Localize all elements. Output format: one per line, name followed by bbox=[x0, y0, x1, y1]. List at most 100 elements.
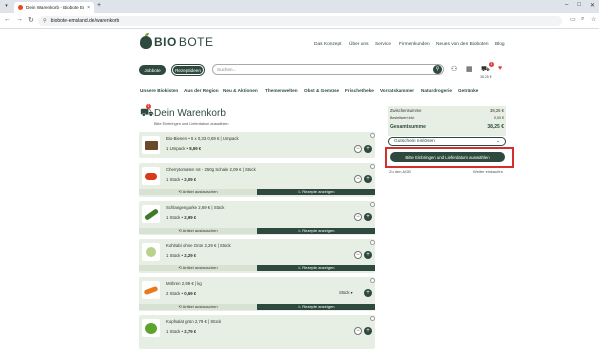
cat-themenwelten[interactable]: Themenwelten bbox=[265, 88, 298, 93]
minimize-icon[interactable]: – bbox=[565, 2, 568, 9]
search-input[interactable]: Suchen... ⚲ bbox=[212, 64, 444, 75]
cart-item: Möhren 2,99 € | kg 2 Stück • 0,69 € Stüc… bbox=[139, 277, 375, 311]
select-delivery-button[interactable]: Bitte Einbringen und Lieferdatum auswähl… bbox=[390, 152, 505, 162]
show-recipes-button[interactable]: ♨ Rezepte anzeigen bbox=[257, 228, 375, 234]
page-title: Dein Warenkorb bbox=[154, 108, 226, 119]
product-image[interactable] bbox=[142, 319, 160, 337]
decrease-quantity-button[interactable]: − bbox=[354, 213, 362, 221]
reload-icon[interactable]: ↻ bbox=[28, 16, 34, 24]
url-field[interactable]: ⚲ biobote-emsland.de/warenkorb bbox=[38, 16, 562, 26]
nav-service[interactable]: Service bbox=[375, 42, 391, 47]
site-logo[interactable]: BIO BOTE bbox=[140, 32, 214, 49]
cart-item: Bio-Bienen • 6 x 0,33 0,69 € | Umpack 1 … bbox=[139, 132, 375, 158]
close-window-icon[interactable]: ✕ bbox=[590, 2, 595, 9]
new-tab-button[interactable]: + bbox=[97, 2, 101, 9]
cast-icon[interactable]: ▭ bbox=[570, 16, 576, 23]
exchange-article-button[interactable]: ⟲ Artikel austauschen bbox=[139, 265, 257, 271]
close-tab-icon[interactable]: × bbox=[87, 5, 90, 11]
star-icon[interactable]: ☆ bbox=[591, 16, 596, 23]
nav-blog[interactable]: Blog bbox=[495, 42, 505, 47]
product-qty: 1 Umpack • 8,69 € bbox=[166, 146, 202, 151]
increase-quantity-button[interactable]: + bbox=[364, 327, 372, 335]
rezeptideen-button[interactable]: Rezeptideen bbox=[172, 65, 204, 75]
search-icon[interactable]: ⚲ bbox=[433, 65, 442, 74]
select-ring-icon[interactable] bbox=[370, 202, 375, 207]
favicon-icon bbox=[18, 5, 23, 10]
nav-das-konzept[interactable]: Das Konzept bbox=[314, 42, 341, 47]
logo-text-bio: BIO bbox=[154, 35, 177, 49]
show-recipes-button[interactable]: ♨ Rezepte anzeigen bbox=[257, 189, 375, 195]
product-image[interactable] bbox=[142, 136, 160, 154]
select-ring-icon[interactable] bbox=[370, 133, 375, 138]
site-info-icon[interactable]: ⚲ bbox=[43, 18, 47, 24]
cart-item: Cherrytomaten rot - 250g Schale 2,09 € |… bbox=[139, 163, 375, 197]
nav-firmenkunden[interactable]: Firmenkunden bbox=[399, 42, 430, 47]
decrease-quantity-button[interactable]: − bbox=[354, 251, 362, 259]
agb-link[interactable]: Zu den AGB bbox=[389, 169, 411, 174]
kohlrabi-image bbox=[146, 247, 156, 257]
decrease-quantity-button[interactable]: − bbox=[354, 145, 362, 153]
browser-tab[interactable]: Dein Warenkorb - Biobote Ems × bbox=[14, 2, 94, 13]
cart-heading-icon: ⛟ bbox=[140, 107, 154, 119]
cat-neu-aktionen[interactable]: Neu & Aktionen bbox=[223, 88, 258, 93]
cat-getraenke[interactable]: Getränke bbox=[458, 88, 478, 93]
voucher-dropdown[interactable]: Gutschein einlösen ⌄ bbox=[388, 137, 506, 146]
select-ring-icon[interactable] bbox=[370, 240, 375, 245]
product-name[interactable]: Schlangengurke 2,69 € | Stück bbox=[166, 205, 224, 210]
increase-quantity-button[interactable]: + bbox=[364, 145, 372, 153]
nav-ueber-uns[interactable]: Über uns bbox=[349, 42, 368, 47]
product-name[interactable]: Cherrytomaten rot - 250g Schale 2,09 € |… bbox=[166, 167, 256, 172]
decrease-quantity-button[interactable]: − bbox=[354, 175, 362, 183]
jobbote-button[interactable]: Jobbote bbox=[139, 65, 166, 75]
product-image[interactable] bbox=[142, 243, 160, 261]
exchange-article-button[interactable]: ⟲ Artikel austauschen bbox=[139, 228, 257, 234]
address-bar: ← → ↻ ⚲ biobote-emsland.de/warenkorb ▭ ⌕… bbox=[0, 13, 599, 29]
product-name[interactable]: Bio-Bienen • 6 x 0,33 0,69 € | Umpack bbox=[166, 136, 239, 141]
browser-tab-bar: ▾ Dein Warenkorb - Biobote Ems × + – □ ✕ bbox=[0, 0, 599, 13]
tomato-image bbox=[145, 172, 157, 180]
select-ring-icon[interactable] bbox=[370, 316, 375, 321]
product-image[interactable] bbox=[142, 281, 160, 299]
product-qty: 1 Stück • 2,29 € bbox=[166, 253, 197, 258]
cart-heading-badge: 1 bbox=[146, 104, 151, 109]
cart-icon[interactable]: ⛟ bbox=[481, 65, 490, 74]
product-image[interactable] bbox=[142, 205, 160, 223]
increase-quantity-button[interactable]: + bbox=[364, 175, 372, 183]
exchange-article-button[interactable]: ⟲ Artikel austauschen bbox=[139, 304, 257, 310]
product-name[interactable]: Kohlrabi ohne Grün 2,29 € | Stück bbox=[166, 243, 231, 248]
cart-item: Kopfsalat grün 2,79 € | Stück 1 Stück • … bbox=[139, 315, 375, 349]
user-icon[interactable]: ⚇ bbox=[451, 65, 457, 73]
back-icon[interactable]: ← bbox=[4, 16, 11, 23]
increase-quantity-button[interactable]: + bbox=[364, 213, 372, 221]
cat-region[interactable]: Aus der Region bbox=[184, 88, 219, 93]
forward-icon[interactable]: → bbox=[16, 16, 23, 23]
continue-shopping-link[interactable]: Weiter einkaufen bbox=[473, 169, 503, 174]
select-ring-icon[interactable] bbox=[370, 278, 375, 283]
cart-item: Schlangengurke 2,69 € | Stück 1 Stück • … bbox=[139, 201, 375, 235]
select-ring-icon[interactable] bbox=[370, 164, 375, 169]
exchange-article-button[interactable]: ⟲ Artikel austauschen bbox=[139, 189, 257, 195]
heart-icon[interactable]: ♥ bbox=[498, 65, 502, 72]
product-name[interactable]: Möhren 2,99 € | kg bbox=[166, 281, 202, 286]
show-recipes-button[interactable]: ♨ Rezepte anzeigen bbox=[257, 265, 375, 271]
cat-frischetheke[interactable]: Frischetheke bbox=[345, 88, 374, 93]
cat-biokisten[interactable]: Unsere Biokisten bbox=[140, 88, 178, 93]
show-recipes-button[interactable]: ♨ Rezepte anzeigen bbox=[257, 304, 375, 310]
tab-menu-icon[interactable]: ▾ bbox=[3, 3, 10, 10]
nav-neues[interactable]: Neues von den Bioboten bbox=[436, 42, 489, 47]
product-name[interactable]: Kopfsalat grün 2,79 € | Stück bbox=[166, 319, 221, 324]
maximize-icon[interactable]: □ bbox=[577, 2, 581, 9]
product-qty: 1 Stück • 2,79 € bbox=[166, 329, 197, 334]
calendar-icon[interactable]: ▦ bbox=[466, 65, 473, 73]
cat-naturdrogerie[interactable]: Naturdrogerie bbox=[421, 88, 452, 93]
cat-obst-gemuese[interactable]: Obst & Gemüse bbox=[304, 88, 339, 93]
cat-vorratskammer[interactable]: Vorratskammer bbox=[380, 88, 414, 93]
product-qty: 1 Stück • 2,99 € bbox=[166, 215, 197, 220]
zoom-icon[interactable]: ⌕ bbox=[581, 16, 584, 23]
product-image[interactable] bbox=[142, 167, 160, 185]
unit-select[interactable]: Stück ▾ bbox=[339, 290, 353, 295]
increase-quantity-button[interactable]: + bbox=[364, 289, 372, 297]
increase-quantity-button[interactable]: + bbox=[364, 251, 372, 259]
product-qty: 1 Stück • 2,09 € bbox=[166, 177, 197, 182]
decrease-quantity-button[interactable]: − bbox=[354, 327, 362, 335]
